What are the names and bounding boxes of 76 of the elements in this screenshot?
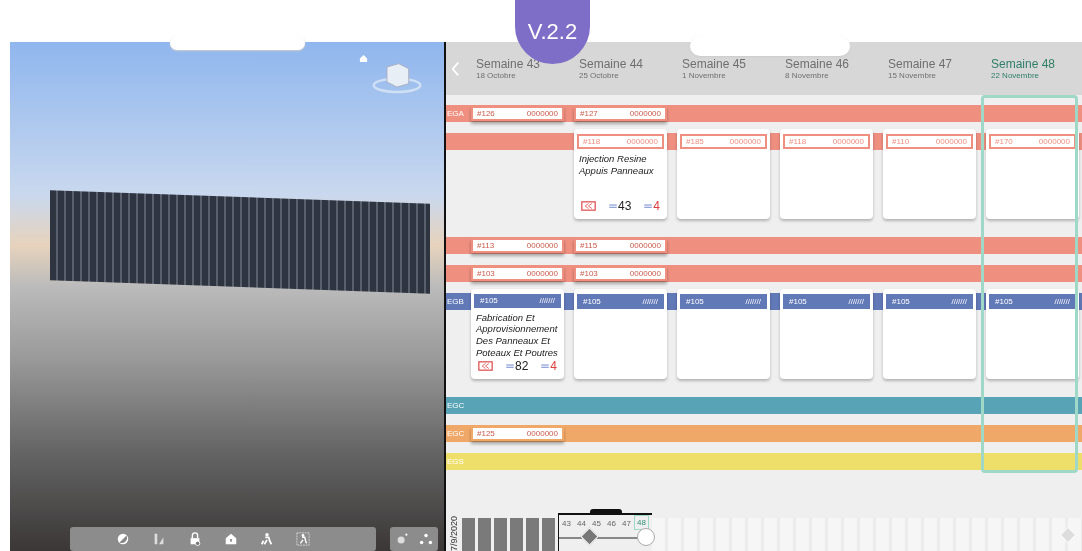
past-week-block (494, 518, 507, 551)
week-date: 25 Octobre (579, 71, 620, 80)
lane-label: EGC (446, 429, 465, 438)
week-title: Semaine 45 (682, 57, 748, 71)
task-card[interactable]: #118 0000000 Injection Resine Appuis Panneaux 43 4 (574, 129, 667, 219)
lane-label: EGS (446, 457, 464, 466)
lane-label: EGB (446, 297, 464, 306)
task-chip[interactable]: #105 /////// (783, 294, 870, 309)
rewind-icon[interactable] (581, 201, 596, 211)
week-title: Semaine 47 (888, 57, 954, 71)
past-week-block (526, 518, 539, 551)
task-chip[interactable]: #110 0000000 (886, 134, 973, 149)
week-number[interactable]: 46 (604, 515, 619, 528)
task-card[interactable]: #110 0000000 (883, 129, 976, 219)
week-date: 15 Novembre (888, 71, 938, 80)
range-handle[interactable] (590, 509, 622, 514)
task-card[interactable]: #105 /////// (986, 289, 1079, 379)
week-date: 22 Novembre (991, 71, 1041, 80)
layers-icon[interactable] (152, 532, 166, 546)
rewind-icon[interactable] (478, 361, 493, 371)
task-card[interactable]: #105 /////// (677, 289, 770, 379)
past-week-block (462, 518, 475, 551)
task-chip[interactable]: #126 0000000 (471, 106, 564, 121)
week-date: 18 Octobre (476, 71, 517, 80)
task-chip[interactable]: #103 0000000 (574, 266, 667, 281)
worker-icon[interactable] (260, 532, 274, 546)
past-week-block (542, 518, 555, 551)
task-chip[interactable]: #125 0000000 (471, 426, 564, 441)
task-card[interactable]: #170 0000000 (986, 129, 1079, 219)
view-cube-icon[interactable] (372, 60, 422, 94)
week-number[interactable]: 43 (559, 515, 574, 528)
week-date: 1 Novembre (682, 71, 727, 80)
task-count: 4 (550, 359, 557, 373)
worker-zone-icon[interactable] (296, 532, 310, 546)
week-title: Semaine 44 (579, 57, 645, 71)
task-card[interactable]: #105 /////// Fabrication Et Approvisionnement Des Panneaux Et Poteaux Et Poutres 82 4 (471, 289, 564, 379)
task-count: 82 (514, 359, 529, 373)
task-count: 43 (617, 199, 632, 213)
task-chip[interactable]: #105 /////// (680, 294, 767, 309)
task-card[interactable]: #118 0000000 (780, 129, 873, 219)
week-date: 8 Novembre (785, 71, 830, 80)
week-title: Semaine 46 (785, 57, 851, 71)
task-chip[interactable]: #115 0000000 (574, 238, 667, 253)
task-title: Fabrication Et Approvisionnement Des Panneaux Et Poteaux Et Poutres (475, 310, 559, 359)
lane-label: EGC (446, 401, 465, 410)
contrast-icon[interactable] (116, 532, 130, 546)
past-week-block (510, 518, 523, 551)
week-title: Semaine 48 (991, 57, 1057, 71)
task-count: 4 (653, 199, 660, 213)
task-chip[interactable]: #127 0000000 (574, 106, 667, 121)
task-card[interactable]: #105 /////// (574, 289, 667, 379)
task-chip[interactable]: #118 0000000 (577, 134, 664, 149)
week-number[interactable]: 47 (619, 515, 634, 528)
task-chip[interactable]: #113 0000000 (471, 238, 564, 253)
task-card[interactable]: #185 0000000 (677, 129, 770, 219)
task-chip[interactable]: #118 0000000 (783, 134, 870, 149)
task-card[interactable]: #105 /////// (780, 289, 873, 379)
past-week-block (478, 518, 491, 551)
task-title: Injection Resine Appuis Panneaux (578, 152, 655, 177)
week-number[interactable]: 45 (589, 515, 604, 528)
house-lock-icon[interactable] (224, 532, 238, 546)
lane-label: EGA (446, 109, 464, 118)
task-chip[interactable]: #105 /////// (577, 294, 664, 309)
slider-thumb[interactable] (637, 528, 655, 546)
task-card[interactable]: #105 /////// (883, 289, 976, 379)
task-chip[interactable]: #105 /////// (989, 294, 1076, 309)
week-number[interactable]: 44 (574, 515, 589, 528)
timeline-date: 7/9/2020 (448, 515, 460, 551)
lock-eye-icon[interactable] (188, 532, 202, 546)
task-chip[interactable]: #105 /////// (886, 294, 973, 309)
task-chip[interactable]: #105 /////// (474, 294, 561, 308)
home-icon[interactable] (359, 54, 368, 63)
task-chip[interactable]: #170 0000000 (989, 134, 1076, 149)
hierarchy-icon[interactable] (419, 532, 433, 546)
task-chip[interactable]: #103 0000000 (471, 266, 564, 281)
task-chip[interactable]: #185 0000000 (680, 134, 767, 149)
